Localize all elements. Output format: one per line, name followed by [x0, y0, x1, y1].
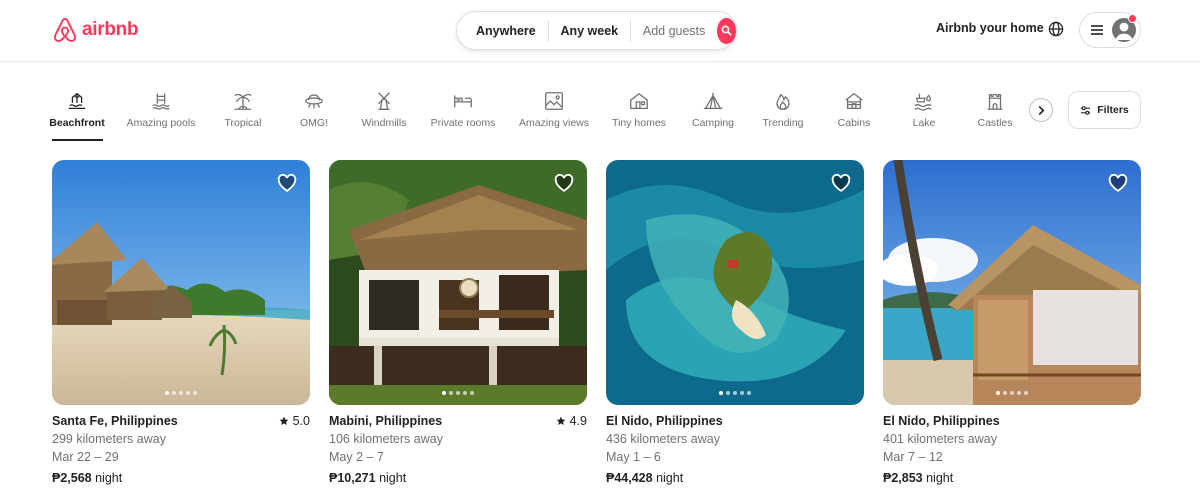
star-icon [556, 416, 566, 425]
listing-distance: 106 kilometers away [329, 432, 443, 446]
sliders-icon [1081, 105, 1091, 115]
search-bar[interactable]: Anywhere Any week Add guests [456, 11, 737, 50]
listing-dates: Mar 22 – 29 [52, 450, 119, 464]
picture-frame-icon [545, 92, 563, 110]
castle-icon [987, 93, 1003, 110]
photo-carousel-dots [442, 391, 474, 395]
category-label: Tropical [224, 117, 262, 129]
airbnb-logo-icon [53, 18, 77, 42]
chevron-right-icon [1038, 105, 1044, 115]
listing-photo[interactable] [606, 160, 864, 405]
listing-location: Santa Fe, Philippines [52, 414, 178, 428]
category-label: Camping [691, 117, 735, 129]
listing-location: Mabini, Philippines [329, 414, 443, 428]
listing-distance: 436 kilometers away [606, 432, 720, 446]
category-label: Cabins [837, 117, 871, 129]
category-label: Beachfront [49, 117, 105, 129]
price-unit: night [656, 471, 684, 485]
active-category-indicator [52, 139, 103, 141]
price-unit: night [95, 471, 123, 485]
category-label: Windmills [361, 117, 407, 129]
beach-huts-photo [52, 160, 310, 405]
beach-hut-photo [883, 160, 1141, 405]
listing-price: ₱2,568 night [52, 471, 310, 485]
listing-photo[interactable] [329, 160, 587, 405]
heart-icon[interactable] [276, 172, 298, 194]
category-private-rooms[interactable]: Private rooms [413, 90, 513, 129]
top-header: airbnb Anywhere Any week Add guests Airb… [0, 0, 1200, 62]
filters-label: Filters [1097, 104, 1129, 116]
pool-icon [152, 93, 170, 110]
price-amount: ₱2,853 [883, 471, 923, 485]
category-label: Amazing views [518, 117, 590, 129]
price-amount: ₱10,271 [329, 471, 376, 485]
category-label: OMG! [300, 117, 328, 129]
tent-icon [703, 92, 723, 109]
category-label: Lake [912, 117, 936, 129]
price-amount: ₱2,568 [52, 471, 92, 485]
listing-photo[interactable] [52, 160, 310, 405]
listing-dates: May 2 – 7 [329, 450, 384, 464]
price-unit: night [926, 471, 954, 485]
category-label: Amazing pools [126, 117, 196, 129]
category-label: Private rooms [430, 117, 496, 129]
category-bar: Beachfront Amazing pools Tropical OMG! W… [0, 63, 1200, 147]
island-aerial-photo [606, 160, 864, 405]
category-label: Trending [762, 117, 804, 129]
listing-dates: Mar 7 – 12 [883, 450, 943, 464]
tiny-home-icon [630, 92, 648, 109]
globe-icon[interactable] [1048, 21, 1064, 37]
notification-dot [1128, 14, 1137, 23]
categories-next-button[interactable] [1029, 98, 1053, 122]
hamburger-menu-icon [1091, 25, 1103, 35]
search-icon [721, 25, 732, 36]
listing-price: ₱44,428 night [606, 471, 864, 485]
listing-location: El Nido, Philippines [606, 414, 723, 428]
price-amount: ₱44,428 [606, 471, 653, 485]
lake-icon [914, 93, 932, 111]
ufo-house-icon [305, 94, 323, 109]
listing-photo[interactable] [883, 160, 1141, 405]
filters-button[interactable]: Filters [1068, 91, 1141, 129]
listing-card[interactable]: Santa Fe, Philippines 5.0 299 kilometers… [52, 160, 310, 485]
search-anywhere-button[interactable]: Anywhere [457, 21, 548, 41]
windmill-icon [378, 92, 390, 110]
photo-carousel-dots [165, 391, 197, 395]
listing-price: ₱10,271 night [329, 471, 587, 485]
host-link[interactable]: Airbnb your home [936, 21, 1044, 35]
listing-location: El Nido, Philippines [883, 414, 1000, 428]
heart-icon[interactable] [553, 172, 575, 194]
airbnb-logo[interactable]: airbnb [52, 16, 139, 44]
flame-icon [776, 93, 790, 110]
listing-card[interactable]: Mabini, Philippines 4.9 106 kilometers a… [329, 160, 587, 485]
heart-icon[interactable] [830, 172, 852, 194]
bed-icon [454, 95, 472, 108]
listing-rating: 4.9 [556, 414, 587, 428]
listing-price: ₱2,853 night [883, 471, 1141, 485]
photo-carousel-dots [719, 391, 751, 395]
category-label: Tiny homes [612, 117, 666, 129]
photo-carousel-dots [996, 391, 1028, 395]
beachfront-icon [68, 92, 86, 109]
listing-distance: 299 kilometers away [52, 432, 166, 446]
search-add-guests-button[interactable]: Add guests [631, 21, 716, 41]
listing-card[interactable]: El Nido, Philippines 436 kilometers away… [606, 160, 864, 485]
thatched-villa-photo [329, 160, 587, 405]
category-label: Castles [977, 117, 1013, 129]
listing-rating: 5.0 [279, 414, 310, 428]
palm-tree-icon [234, 93, 252, 110]
rating-value: 5.0 [292, 414, 310, 428]
search-any-week-button[interactable]: Any week [548, 21, 630, 41]
heart-icon[interactable] [1107, 172, 1129, 194]
star-icon [279, 416, 289, 425]
listing-dates: May 1 – 6 [606, 450, 661, 464]
search-submit-button[interactable] [717, 17, 736, 44]
rating-value: 4.9 [569, 414, 587, 428]
logo-text: airbnb [82, 19, 139, 40]
price-unit: night [379, 471, 407, 485]
listing-card[interactable]: El Nido, Philippines 401 kilometers away… [883, 160, 1141, 485]
listing-distance: 401 kilometers away [883, 432, 997, 446]
cabin-icon [845, 92, 863, 109]
